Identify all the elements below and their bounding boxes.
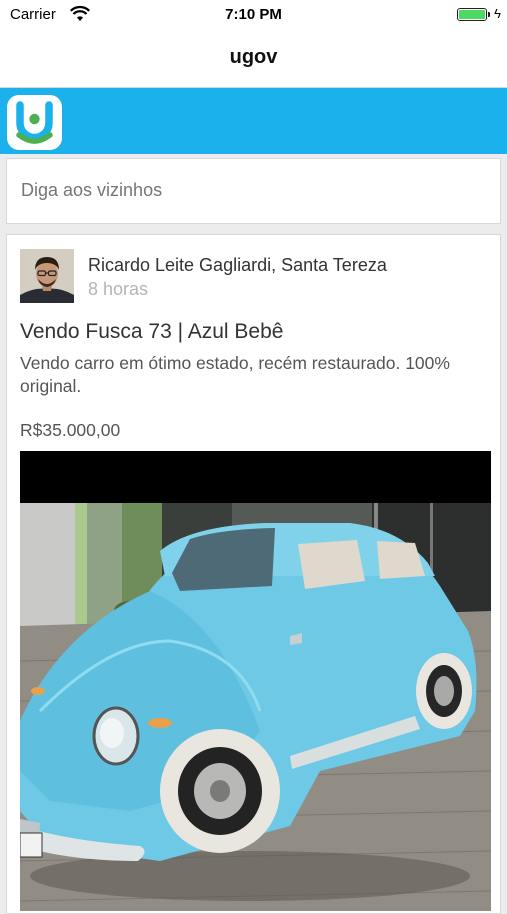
car-photo[interactable] xyxy=(20,451,491,911)
navigation-bar: ugov xyxy=(0,30,507,88)
brand-bar xyxy=(0,88,507,154)
post-title[interactable]: Vendo Fusca 73 | Azul Bebê xyxy=(20,320,283,344)
page-title: ugov xyxy=(229,46,278,68)
post-price: R$35.000,00 xyxy=(20,420,121,440)
bolt-icon: ϟ xyxy=(494,6,501,21)
post-timestamp: 8 horas xyxy=(88,279,149,299)
avatar[interactable] xyxy=(20,249,74,303)
post-card[interactable]: Ricardo Leite Gagliardi, Santa Tereza 8 … xyxy=(6,234,501,914)
compose-input[interactable] xyxy=(21,180,481,201)
status-bar: Carrier 7:10 PM ϟ xyxy=(0,0,507,30)
clock: 7:10 PM xyxy=(225,6,282,23)
battery-icon xyxy=(457,8,490,21)
compose-box[interactable] xyxy=(6,158,501,224)
ugov-logo-icon[interactable] xyxy=(7,95,62,150)
post-body: Vendo carro em ótimo estado, recém resta… xyxy=(20,353,450,396)
post-author[interactable]: Ricardo Leite Gagliardi, Santa Tereza xyxy=(88,255,387,276)
